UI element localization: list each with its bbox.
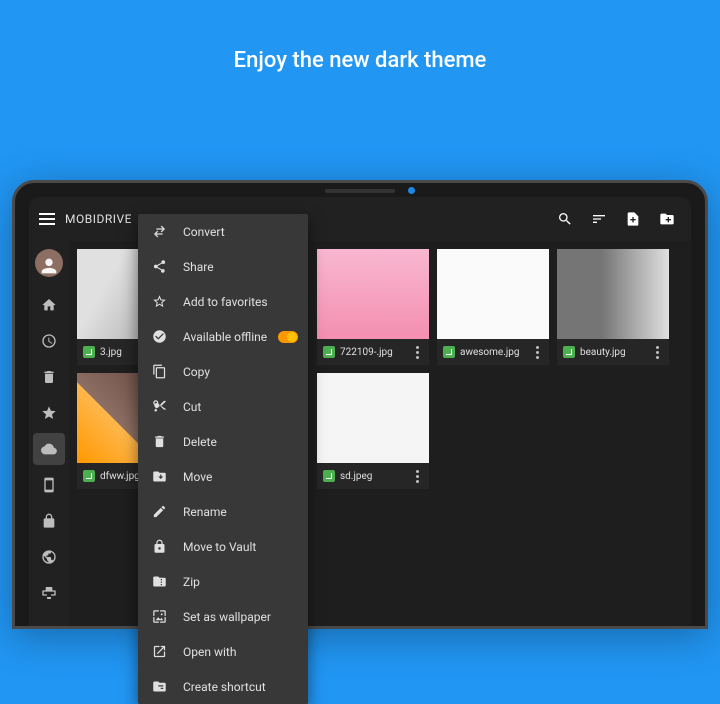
offline-toggle[interactable] xyxy=(278,331,298,343)
context-menu: Convert Share Add to favorites Available… xyxy=(138,214,308,704)
menu-label: Rename xyxy=(183,505,294,519)
app-title: MOBIDRIVE xyxy=(65,212,132,226)
promo-title: Enjoy the new dark theme xyxy=(0,0,720,73)
file-type-icon xyxy=(83,470,95,482)
file-name: awesome.jpg xyxy=(460,347,526,358)
avatar[interactable] xyxy=(35,249,63,277)
file-card[interactable]: sd.jpeg xyxy=(317,373,429,489)
file-thumbnail xyxy=(557,249,669,339)
file-card[interactable]: awesome.jpg xyxy=(437,249,549,365)
topbar: MOBIDRIVE xyxy=(29,197,691,241)
menu-button[interactable] xyxy=(29,218,65,220)
file-thumbnail xyxy=(317,249,429,339)
tablet-frame: MOBIDRIVE xyxy=(12,180,708,629)
nav-rail xyxy=(29,241,69,626)
menu-openwith[interactable]: Open with xyxy=(138,634,308,669)
file-card[interactable]: beauty.jpg xyxy=(557,249,669,365)
new-file-icon[interactable] xyxy=(625,211,641,227)
menu-label: Convert xyxy=(183,225,294,239)
menu-copy[interactable]: Copy xyxy=(138,354,308,389)
new-folder-icon[interactable] xyxy=(659,211,675,227)
menu-label: Cut xyxy=(183,400,294,414)
menu-label: Open with xyxy=(183,645,294,659)
app-screen: MOBIDRIVE xyxy=(29,197,691,626)
nav-recent[interactable] xyxy=(33,325,65,357)
sort-icon[interactable] xyxy=(591,211,607,227)
menu-delete[interactable]: Delete xyxy=(138,424,308,459)
file-more-icon[interactable] xyxy=(411,468,423,484)
search-icon[interactable] xyxy=(557,211,573,227)
file-type-icon xyxy=(323,470,335,482)
menu-label: Zip xyxy=(183,575,294,589)
file-type-icon xyxy=(443,346,455,358)
tablet-speaker xyxy=(325,189,395,193)
file-more-icon[interactable] xyxy=(411,344,423,360)
file-type-icon xyxy=(83,346,95,358)
menu-label: Copy xyxy=(183,365,294,379)
file-thumbnail xyxy=(437,249,549,339)
file-type-icon xyxy=(323,346,335,358)
menu-zip[interactable]: Zip xyxy=(138,564,308,599)
nav-favorites[interactable] xyxy=(33,397,65,429)
nav-secure[interactable] xyxy=(33,505,65,537)
nav-network[interactable] xyxy=(33,577,65,609)
menu-shortcut[interactable]: Create shortcut xyxy=(138,669,308,704)
menu-convert[interactable]: Convert xyxy=(138,214,308,249)
menu-offline[interactable]: Available offline xyxy=(138,319,308,354)
file-more-icon[interactable] xyxy=(531,344,543,360)
file-type-icon xyxy=(563,346,575,358)
menu-move[interactable]: Move xyxy=(138,459,308,494)
file-name: sd.jpeg xyxy=(340,471,406,482)
menu-label: Set as wallpaper xyxy=(183,610,294,624)
nav-home[interactable] xyxy=(33,289,65,321)
menu-favorite[interactable]: Add to favorites xyxy=(138,284,308,319)
menu-label: Add to favorites xyxy=(183,295,294,309)
file-card[interactable]: 722109-.jpg xyxy=(317,249,429,365)
tablet-camera xyxy=(408,187,415,194)
file-name: beauty.jpg xyxy=(580,347,646,358)
menu-label: Delete xyxy=(183,435,294,449)
menu-label: Share xyxy=(183,260,294,274)
nav-web[interactable] xyxy=(33,541,65,573)
menu-label: Create shortcut xyxy=(183,680,294,694)
menu-rename[interactable]: Rename xyxy=(138,494,308,529)
file-more-icon[interactable] xyxy=(651,344,663,360)
menu-label: Move to Vault xyxy=(183,540,294,554)
nav-cloud[interactable] xyxy=(33,433,65,465)
nav-device[interactable] xyxy=(33,469,65,501)
nav-trash[interactable] xyxy=(33,361,65,393)
menu-label: Move xyxy=(183,470,294,484)
menu-cut[interactable]: Cut xyxy=(138,389,308,424)
file-name: 722109-.jpg xyxy=(340,347,406,358)
menu-vault[interactable]: Move to Vault xyxy=(138,529,308,564)
menu-share[interactable]: Share xyxy=(138,249,308,284)
file-thumbnail xyxy=(317,373,429,463)
